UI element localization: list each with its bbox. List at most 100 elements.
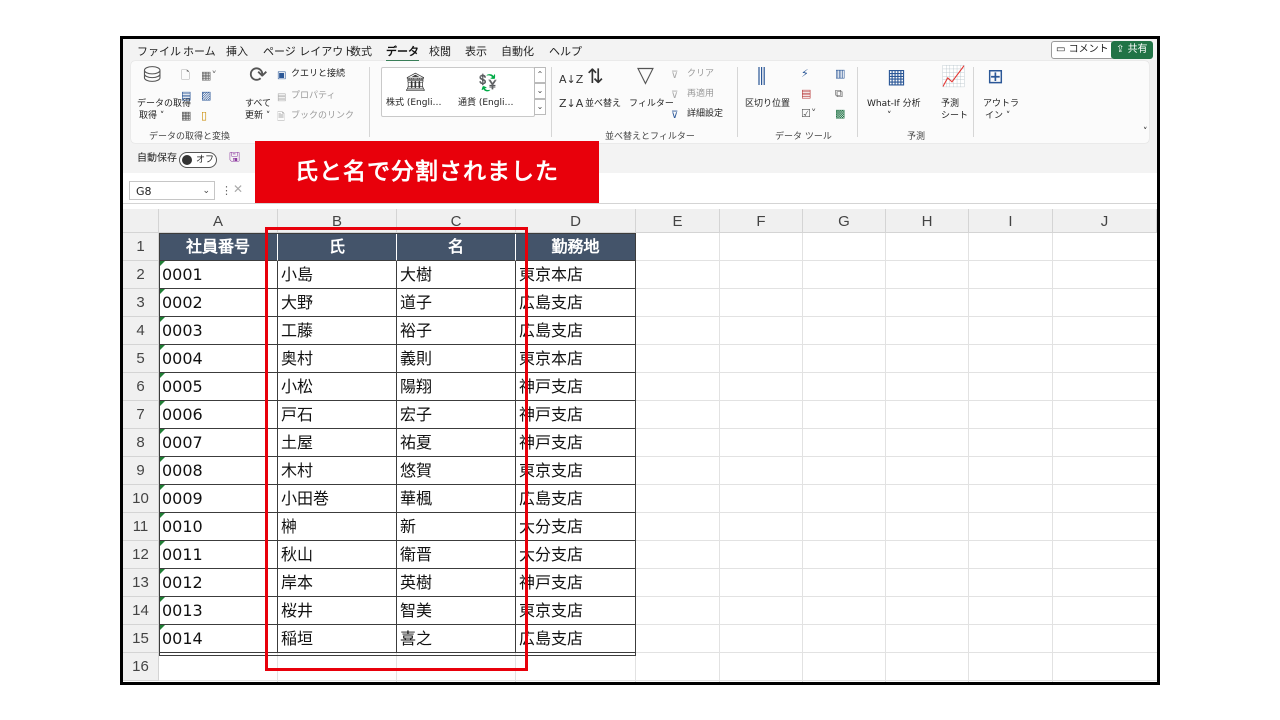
table-cell[interactable]: 0012 — [159, 569, 278, 597]
table-cell[interactable]: 秋山 — [278, 541, 397, 569]
grid-icon[interactable]: ▦ — [181, 109, 191, 123]
tab-3[interactable]: ページ レイアウト — [263, 43, 354, 59]
sort-az-icon[interactable]: A↓Z — [559, 73, 583, 87]
text-to-columns-button[interactable]: 区切り位置 — [745, 99, 790, 110]
consolidate-icon[interactable]: ▥ — [835, 67, 845, 81]
row-header-3[interactable]: 3 — [123, 289, 159, 317]
table-cell[interactable]: 0002 — [159, 289, 278, 317]
table-cell[interactable]: 大野 — [278, 289, 397, 317]
row-header-6[interactable]: 6 — [123, 373, 159, 401]
table-cell[interactable]: 0003 — [159, 317, 278, 345]
sort-icon[interactable]: ⇅ — [587, 66, 604, 86]
table-cell[interactable]: 小島 — [278, 261, 397, 289]
currency-icon[interactable]: 💱 — [478, 75, 498, 91]
remove-duplicates-icon[interactable]: ▤ — [801, 87, 811, 101]
recent-sources-icon[interactable]: ▨ — [201, 89, 211, 103]
column-header-G[interactable]: G — [803, 209, 886, 233]
row-header-1[interactable]: 1 — [123, 233, 159, 261]
column-header-A[interactable]: A — [159, 209, 278, 233]
row-header-13[interactable]: 13 — [123, 569, 159, 597]
error-indicator-icon[interactable] — [159, 261, 165, 267]
table-cell[interactable]: 小松 — [278, 373, 397, 401]
row-header-4[interactable]: 4 — [123, 317, 159, 345]
gallery-more-icon[interactable]: ⌄ — [534, 99, 546, 115]
data-model-icon[interactable]: ▩ — [835, 107, 845, 121]
table-cell[interactable]: 0005 — [159, 373, 278, 401]
table-cell[interactable]: 智美 — [397, 597, 516, 625]
from-web-icon[interactable]: ▦˅ — [201, 69, 217, 83]
table-cell[interactable]: 道子 — [397, 289, 516, 317]
table-cell[interactable]: 稲垣 — [278, 625, 397, 653]
tab-7[interactable]: 表示 — [465, 43, 487, 59]
refresh-all-label[interactable]: すべて — [245, 99, 271, 110]
outline-icon[interactable]: ⊞ — [987, 66, 1004, 86]
error-indicator-icon[interactable] — [159, 513, 165, 519]
forecast-sheet-icon[interactable]: 📈 — [941, 66, 966, 86]
table-cell[interactable]: 奥村 — [278, 345, 397, 373]
error-indicator-icon[interactable] — [159, 401, 165, 407]
table-cell[interactable]: 祐夏 — [397, 429, 516, 457]
row-header-7[interactable]: 7 — [123, 401, 159, 429]
row-header-8[interactable]: 8 — [123, 429, 159, 457]
text-to-columns-icon[interactable]: ⫼ — [757, 66, 766, 86]
what-if-icon[interactable]: ▦ — [887, 66, 906, 86]
table-cell[interactable]: 0007 — [159, 429, 278, 457]
what-if-button[interactable]: What-If 分析 — [867, 99, 921, 110]
table-cell[interactable]: 衛晋 — [397, 541, 516, 569]
refresh-all-icon[interactable]: ⟳ — [249, 65, 267, 87]
table-cell[interactable]: 喜之 — [397, 625, 516, 653]
error-indicator-icon[interactable] — [159, 625, 165, 631]
table-cell[interactable]: 東京本店 — [516, 345, 636, 373]
table-cell[interactable]: 義則 — [397, 345, 516, 373]
bank-icon[interactable]: 🏛 — [404, 74, 427, 92]
error-indicator-icon[interactable] — [159, 429, 165, 435]
select-all-corner[interactable] — [123, 209, 159, 233]
table-cell[interactable]: 広島支店 — [516, 485, 636, 513]
table-cell[interactable]: 0010 — [159, 513, 278, 541]
table-cell[interactable]: 陽翔 — [397, 373, 516, 401]
error-indicator-icon[interactable] — [159, 485, 165, 491]
table-cell[interactable]: 0008 — [159, 457, 278, 485]
refresh-all-label2[interactable]: 更新 ˅ — [245, 111, 270, 122]
table-cell[interactable]: 大分支店 — [516, 541, 636, 569]
error-indicator-icon[interactable] — [159, 317, 165, 323]
row-header-2[interactable]: 2 — [123, 261, 159, 289]
table-cell[interactable]: 桜井 — [278, 597, 397, 625]
error-indicator-icon[interactable] — [159, 569, 165, 575]
table-cell[interactable]: 0009 — [159, 485, 278, 513]
table-cell[interactable]: 宏子 — [397, 401, 516, 429]
tab-6[interactable]: 校閲 — [429, 43, 451, 59]
flash-fill-icon[interactable]: ⚡ — [801, 67, 809, 81]
table-cell[interactable]: 0001 — [159, 261, 278, 289]
column-header-F[interactable]: F — [720, 209, 803, 233]
sort-za-icon[interactable]: Z↓A — [559, 97, 583, 111]
currency-button[interactable]: 通貨 (Engli… — [458, 98, 513, 109]
row-header-15[interactable]: 15 — [123, 625, 159, 653]
table-header-cell[interactable]: 名 — [397, 233, 516, 261]
row-header-14[interactable]: 14 — [123, 597, 159, 625]
tab-4[interactable]: 数式 — [350, 43, 372, 59]
table-cell[interactable]: 岸本 — [278, 569, 397, 597]
relationships-icon[interactable]: ⧉ — [835, 87, 843, 101]
gallery-scroll-up-icon[interactable]: ⌃ — [534, 67, 546, 83]
column-header-I[interactable]: I — [969, 209, 1053, 233]
table-cell[interactable]: 裕子 — [397, 317, 516, 345]
table-cell[interactable]: 東京本店 — [516, 261, 636, 289]
table-cell[interactable]: 木村 — [278, 457, 397, 485]
table-cell[interactable]: 0014 — [159, 625, 278, 653]
table-cell[interactable]: 東京支店 — [516, 597, 636, 625]
name-box[interactable]: G8 ⌄ — [129, 181, 215, 200]
comment-button[interactable]: ▭ コメント — [1051, 41, 1114, 59]
more-options-icon[interactable]: ⋮ — [221, 185, 232, 196]
tab-0[interactable]: ファイル — [137, 43, 181, 59]
forecast-sheet-label2[interactable]: シート — [941, 111, 968, 122]
error-indicator-icon[interactable] — [159, 373, 165, 379]
column-header-E[interactable]: E — [636, 209, 720, 233]
table-cell[interactable]: 広島支店 — [516, 317, 636, 345]
column-header-C[interactable]: C — [397, 209, 516, 233]
error-indicator-icon[interactable] — [159, 289, 165, 295]
table-cell[interactable]: 0013 — [159, 597, 278, 625]
database-icon[interactable]: ⛁ — [143, 65, 161, 87]
tab-9[interactable]: ヘルプ — [549, 43, 582, 59]
table-header-cell[interactable]: 氏 — [278, 233, 397, 261]
